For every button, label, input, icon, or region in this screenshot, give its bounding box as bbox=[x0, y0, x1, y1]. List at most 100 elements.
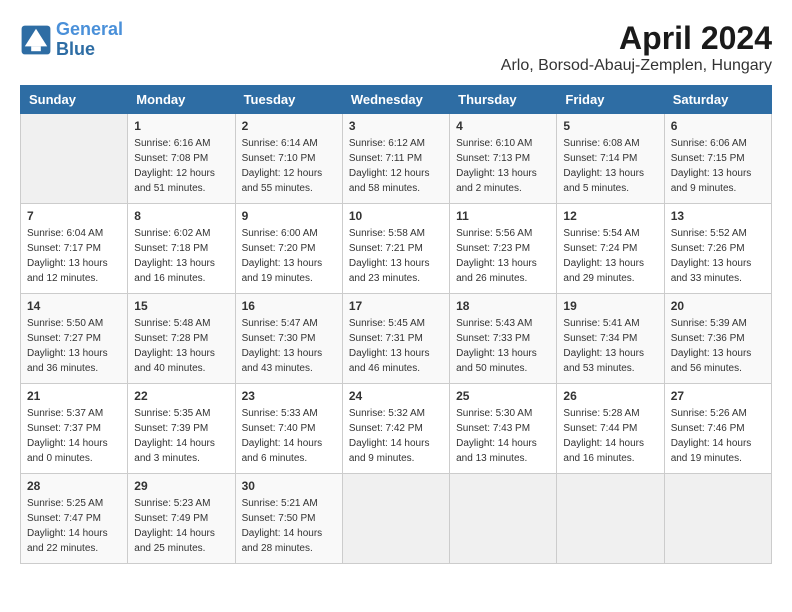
day-info: Sunrise: 5:39 AM Sunset: 7:36 PM Dayligh… bbox=[671, 316, 765, 376]
day-cell: 15 Sunrise: 5:48 AM Sunset: 7:28 PM Dayl… bbox=[128, 294, 235, 384]
day-info: Sunrise: 6:04 AM Sunset: 7:17 PM Dayligh… bbox=[27, 226, 121, 286]
day-number: 1 bbox=[134, 119, 228, 133]
day-cell: 13 Sunrise: 5:52 AM Sunset: 7:26 PM Dayl… bbox=[664, 204, 771, 294]
day-info: Sunrise: 5:37 AM Sunset: 7:37 PM Dayligh… bbox=[27, 406, 121, 466]
logo-line2: Blue bbox=[56, 39, 95, 59]
day-number: 2 bbox=[242, 119, 336, 133]
week-row-5: 28 Sunrise: 5:25 AM Sunset: 7:47 PM Dayl… bbox=[21, 474, 772, 564]
day-number: 20 bbox=[671, 299, 765, 313]
day-number: 26 bbox=[563, 389, 657, 403]
day-cell: 1 Sunrise: 6:16 AM Sunset: 7:08 PM Dayli… bbox=[128, 114, 235, 204]
day-number: 13 bbox=[671, 209, 765, 223]
day-number: 3 bbox=[349, 119, 443, 133]
day-cell: 23 Sunrise: 5:33 AM Sunset: 7:40 PM Dayl… bbox=[235, 384, 342, 474]
day-info: Sunrise: 5:33 AM Sunset: 7:40 PM Dayligh… bbox=[242, 406, 336, 466]
logo-icon bbox=[20, 24, 52, 56]
day-number: 21 bbox=[27, 389, 121, 403]
day-info: Sunrise: 6:14 AM Sunset: 7:10 PM Dayligh… bbox=[242, 136, 336, 196]
day-info: Sunrise: 5:35 AM Sunset: 7:39 PM Dayligh… bbox=[134, 406, 228, 466]
day-cell: 11 Sunrise: 5:56 AM Sunset: 7:23 PM Dayl… bbox=[450, 204, 557, 294]
day-cell: 19 Sunrise: 5:41 AM Sunset: 7:34 PM Dayl… bbox=[557, 294, 664, 384]
day-number: 28 bbox=[27, 479, 121, 493]
day-number: 10 bbox=[349, 209, 443, 223]
day-info: Sunrise: 5:48 AM Sunset: 7:28 PM Dayligh… bbox=[134, 316, 228, 376]
day-info: Sunrise: 5:32 AM Sunset: 7:42 PM Dayligh… bbox=[349, 406, 443, 466]
header-monday: Monday bbox=[128, 86, 235, 114]
day-cell bbox=[21, 114, 128, 204]
day-cell: 17 Sunrise: 5:45 AM Sunset: 7:31 PM Dayl… bbox=[342, 294, 449, 384]
day-number: 27 bbox=[671, 389, 765, 403]
day-number: 19 bbox=[563, 299, 657, 313]
day-number: 23 bbox=[242, 389, 336, 403]
day-cell: 2 Sunrise: 6:14 AM Sunset: 7:10 PM Dayli… bbox=[235, 114, 342, 204]
header-saturday: Saturday bbox=[664, 86, 771, 114]
day-cell bbox=[664, 474, 771, 564]
day-info: Sunrise: 5:50 AM Sunset: 7:27 PM Dayligh… bbox=[27, 316, 121, 376]
day-number: 22 bbox=[134, 389, 228, 403]
day-info: Sunrise: 6:06 AM Sunset: 7:15 PM Dayligh… bbox=[671, 136, 765, 196]
day-cell: 28 Sunrise: 5:25 AM Sunset: 7:47 PM Dayl… bbox=[21, 474, 128, 564]
calendar-body: 1 Sunrise: 6:16 AM Sunset: 7:08 PM Dayli… bbox=[21, 114, 772, 564]
day-info: Sunrise: 6:08 AM Sunset: 7:14 PM Dayligh… bbox=[563, 136, 657, 196]
day-info: Sunrise: 6:00 AM Sunset: 7:20 PM Dayligh… bbox=[242, 226, 336, 286]
day-info: Sunrise: 5:45 AM Sunset: 7:31 PM Dayligh… bbox=[349, 316, 443, 376]
day-cell: 27 Sunrise: 5:26 AM Sunset: 7:46 PM Dayl… bbox=[664, 384, 771, 474]
day-cell: 30 Sunrise: 5:21 AM Sunset: 7:50 PM Dayl… bbox=[235, 474, 342, 564]
day-number: 24 bbox=[349, 389, 443, 403]
day-cell: 24 Sunrise: 5:32 AM Sunset: 7:42 PM Dayl… bbox=[342, 384, 449, 474]
week-row-3: 14 Sunrise: 5:50 AM Sunset: 7:27 PM Dayl… bbox=[21, 294, 772, 384]
day-cell bbox=[450, 474, 557, 564]
day-cell: 6 Sunrise: 6:06 AM Sunset: 7:15 PM Dayli… bbox=[664, 114, 771, 204]
day-number: 16 bbox=[242, 299, 336, 313]
day-number: 6 bbox=[671, 119, 765, 133]
day-number: 4 bbox=[456, 119, 550, 133]
day-number: 30 bbox=[242, 479, 336, 493]
header-wednesday: Wednesday bbox=[342, 86, 449, 114]
day-cell: 3 Sunrise: 6:12 AM Sunset: 7:11 PM Dayli… bbox=[342, 114, 449, 204]
day-cell: 8 Sunrise: 6:02 AM Sunset: 7:18 PM Dayli… bbox=[128, 204, 235, 294]
header-row: Sunday Monday Tuesday Wednesday Thursday… bbox=[21, 86, 772, 114]
day-cell: 9 Sunrise: 6:00 AM Sunset: 7:20 PM Dayli… bbox=[235, 204, 342, 294]
calendar-title: April 2024 bbox=[501, 20, 772, 57]
day-number: 9 bbox=[242, 209, 336, 223]
day-number: 17 bbox=[349, 299, 443, 313]
day-number: 7 bbox=[27, 209, 121, 223]
header-friday: Friday bbox=[557, 86, 664, 114]
logo-line1: General bbox=[56, 19, 123, 39]
day-info: Sunrise: 5:56 AM Sunset: 7:23 PM Dayligh… bbox=[456, 226, 550, 286]
day-info: Sunrise: 5:41 AM Sunset: 7:34 PM Dayligh… bbox=[563, 316, 657, 376]
day-cell: 10 Sunrise: 5:58 AM Sunset: 7:21 PM Dayl… bbox=[342, 204, 449, 294]
day-info: Sunrise: 5:54 AM Sunset: 7:24 PM Dayligh… bbox=[563, 226, 657, 286]
logo-text: General Blue bbox=[56, 20, 123, 60]
day-info: Sunrise: 5:43 AM Sunset: 7:33 PM Dayligh… bbox=[456, 316, 550, 376]
day-number: 14 bbox=[27, 299, 121, 313]
day-info: Sunrise: 6:16 AM Sunset: 7:08 PM Dayligh… bbox=[134, 136, 228, 196]
day-info: Sunrise: 5:26 AM Sunset: 7:46 PM Dayligh… bbox=[671, 406, 765, 466]
day-info: Sunrise: 5:23 AM Sunset: 7:49 PM Dayligh… bbox=[134, 496, 228, 556]
day-info: Sunrise: 5:21 AM Sunset: 7:50 PM Dayligh… bbox=[242, 496, 336, 556]
day-cell: 12 Sunrise: 5:54 AM Sunset: 7:24 PM Dayl… bbox=[557, 204, 664, 294]
day-info: Sunrise: 6:12 AM Sunset: 7:11 PM Dayligh… bbox=[349, 136, 443, 196]
day-cell: 25 Sunrise: 5:30 AM Sunset: 7:43 PM Dayl… bbox=[450, 384, 557, 474]
day-cell: 7 Sunrise: 6:04 AM Sunset: 7:17 PM Dayli… bbox=[21, 204, 128, 294]
day-number: 25 bbox=[456, 389, 550, 403]
day-info: Sunrise: 5:58 AM Sunset: 7:21 PM Dayligh… bbox=[349, 226, 443, 286]
week-row-2: 7 Sunrise: 6:04 AM Sunset: 7:17 PM Dayli… bbox=[21, 204, 772, 294]
header-sunday: Sunday bbox=[21, 86, 128, 114]
day-number: 18 bbox=[456, 299, 550, 313]
week-row-1: 1 Sunrise: 6:16 AM Sunset: 7:08 PM Dayli… bbox=[21, 114, 772, 204]
day-number: 11 bbox=[456, 209, 550, 223]
day-cell: 18 Sunrise: 5:43 AM Sunset: 7:33 PM Dayl… bbox=[450, 294, 557, 384]
calendar-subtitle: Arlo, Borsod-Abauj-Zemplen, Hungary bbox=[501, 57, 772, 75]
day-number: 8 bbox=[134, 209, 228, 223]
day-cell: 21 Sunrise: 5:37 AM Sunset: 7:37 PM Dayl… bbox=[21, 384, 128, 474]
day-cell: 22 Sunrise: 5:35 AM Sunset: 7:39 PM Dayl… bbox=[128, 384, 235, 474]
day-info: Sunrise: 5:47 AM Sunset: 7:30 PM Dayligh… bbox=[242, 316, 336, 376]
day-number: 5 bbox=[563, 119, 657, 133]
day-info: Sunrise: 5:30 AM Sunset: 7:43 PM Dayligh… bbox=[456, 406, 550, 466]
day-info: Sunrise: 6:10 AM Sunset: 7:13 PM Dayligh… bbox=[456, 136, 550, 196]
day-number: 15 bbox=[134, 299, 228, 313]
day-cell: 16 Sunrise: 5:47 AM Sunset: 7:30 PM Dayl… bbox=[235, 294, 342, 384]
day-cell bbox=[342, 474, 449, 564]
logo: General Blue bbox=[20, 20, 123, 60]
